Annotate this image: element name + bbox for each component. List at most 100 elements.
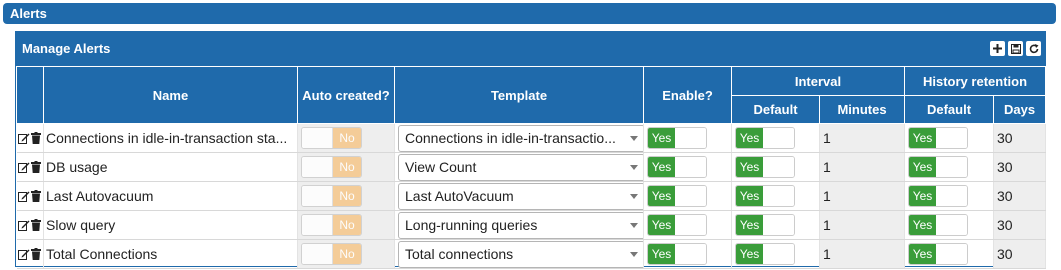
edit-icon[interactable] [17, 132, 30, 144]
enable-toggle[interactable]: Yes [647, 127, 707, 149]
template-cell: View Count [394, 152, 644, 182]
enable-value: Yes [648, 186, 675, 206]
template-select[interactable]: View Count [398, 153, 643, 181]
history-days: 30 [993, 239, 1047, 269]
col-interval-minutes-header[interactable]: Minutes [819, 95, 905, 124]
edit-icon[interactable] [17, 248, 30, 260]
row-actions [16, 152, 44, 182]
panel-title: Manage Alerts [22, 41, 111, 56]
enable-cell: Yes [643, 152, 732, 182]
col-auto-created-header[interactable]: Auto created? [297, 66, 395, 124]
auto-created-value: No [333, 215, 361, 235]
history-default-toggle[interactable]: Yes [908, 243, 968, 265]
history-default-cell: Yes [904, 239, 994, 269]
panel-header: Manage Alerts [16, 32, 1045, 66]
history-default-toggle[interactable]: Yes [908, 127, 968, 149]
auto-created-cell: No [297, 181, 395, 211]
delete-icon[interactable] [30, 132, 41, 144]
interval-default-value: Yes [736, 128, 763, 148]
template-value: Long-running queries [405, 217, 538, 233]
enable-toggle[interactable]: Yes [647, 156, 707, 178]
table-row: Connections in idle-in-transaction sta..… [16, 123, 1047, 153]
chevron-down-icon [630, 164, 638, 170]
interval-default-toggle[interactable]: Yes [735, 156, 795, 178]
enable-value: Yes [648, 157, 675, 177]
auto-created-cell: No [297, 239, 395, 269]
alerts-table: Name Auto created? Template Enable? Inte… [16, 66, 1047, 269]
edit-icon[interactable] [17, 190, 30, 202]
auto-created-cell: No [297, 210, 395, 240]
col-template-header[interactable]: Template [394, 66, 644, 124]
interval-default-toggle[interactable]: Yes [735, 243, 795, 265]
col-history-days-header[interactable]: Days [992, 95, 1047, 124]
auto-created-toggle[interactable]: No [301, 185, 362, 207]
save-icon[interactable] [1008, 41, 1023, 56]
enable-toggle[interactable]: Yes [647, 243, 707, 265]
enable-toggle[interactable]: Yes [647, 214, 707, 236]
interval-minutes: 1 [819, 239, 905, 269]
panel-toolbar [990, 41, 1041, 56]
template-select[interactable]: Last AutoVacuum [398, 182, 643, 210]
interval-minutes: 1 [819, 210, 905, 240]
auto-created-cell: No [297, 123, 395, 153]
auto-created-value: No [333, 186, 361, 206]
edit-icon[interactable] [17, 161, 30, 173]
history-default-toggle[interactable]: Yes [908, 185, 968, 207]
template-value: View Count [405, 159, 477, 175]
auto-created-toggle[interactable]: No [301, 243, 362, 265]
interval-default-cell: Yes [731, 123, 820, 153]
template-cell: Connections in idle-in-transactio... [394, 123, 644, 153]
interval-default-value: Yes [736, 215, 763, 235]
col-history-default-header[interactable]: Default [904, 95, 994, 124]
col-enable-header[interactable]: Enable? [643, 66, 732, 124]
row-actions [16, 181, 44, 211]
chevron-down-icon [630, 135, 638, 141]
template-select[interactable]: Connections in idle-in-transactio... [398, 124, 643, 152]
interval-default-toggle[interactable]: Yes [735, 127, 795, 149]
interval-minutes: 1 [819, 123, 905, 153]
history-default-cell: Yes [904, 181, 994, 211]
chevron-down-icon [630, 251, 638, 257]
history-default-cell: Yes [904, 123, 994, 153]
interval-minutes: 1 [819, 181, 905, 211]
interval-default-toggle[interactable]: Yes [735, 185, 795, 207]
alert-name: Last Autovacuum [43, 181, 298, 211]
interval-default-toggle[interactable]: Yes [735, 214, 795, 236]
col-name-header[interactable]: Name [43, 66, 298, 124]
enable-value: Yes [648, 244, 675, 264]
row-actions [16, 210, 44, 240]
auto-created-toggle[interactable]: No [301, 127, 362, 149]
history-default-toggle[interactable]: Yes [908, 156, 968, 178]
alert-name: Slow query [43, 210, 298, 240]
row-actions [16, 239, 44, 269]
enable-toggle[interactable]: Yes [647, 185, 707, 207]
chevron-down-icon [630, 222, 638, 228]
table-row: Slow query No Long-running queries Yes Y… [16, 210, 1047, 240]
template-select[interactable]: Long-running queries [398, 211, 643, 239]
auto-created-value: No [333, 244, 361, 264]
interval-default-value: Yes [736, 157, 763, 177]
history-days: 30 [993, 210, 1047, 240]
interval-default-cell: Yes [731, 152, 820, 182]
table-row: Last Autovacuum No Last AutoVacuum Yes Y… [16, 181, 1047, 211]
delete-icon[interactable] [30, 161, 41, 173]
auto-created-toggle[interactable]: No [301, 156, 362, 178]
template-select[interactable]: Total connections [398, 240, 643, 268]
history-days: 30 [993, 152, 1047, 182]
refresh-icon[interactable] [1026, 41, 1041, 56]
history-default-value: Yes [909, 157, 936, 177]
history-default-toggle[interactable]: Yes [908, 214, 968, 236]
interval-default-cell: Yes [731, 239, 820, 269]
delete-icon[interactable] [30, 219, 41, 231]
col-interval-default-header[interactable]: Default [731, 95, 820, 124]
enable-value: Yes [648, 128, 675, 148]
auto-created-toggle[interactable]: No [301, 214, 362, 236]
edit-icon[interactable] [17, 219, 30, 231]
delete-icon[interactable] [30, 248, 41, 260]
add-icon[interactable] [990, 41, 1005, 56]
template-value: Total connections [405, 246, 514, 262]
template-cell: Total connections [394, 239, 644, 269]
delete-icon[interactable] [30, 190, 41, 202]
interval-default-value: Yes [736, 186, 763, 206]
auto-created-value: No [333, 128, 361, 148]
